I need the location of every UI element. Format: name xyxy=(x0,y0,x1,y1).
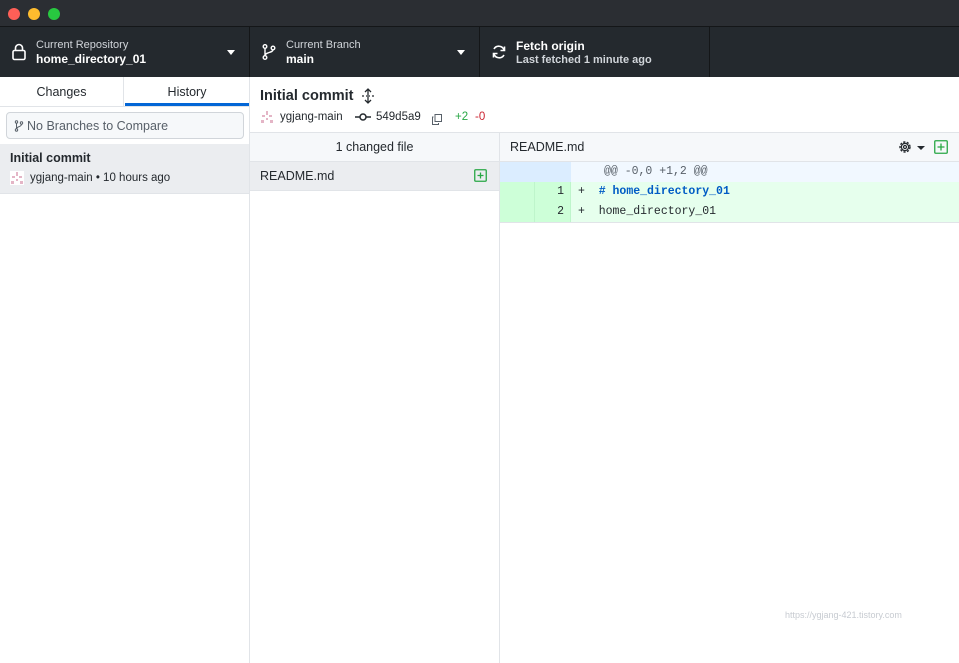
diff-line-sign-char: + xyxy=(578,185,585,198)
avatar-icon xyxy=(10,171,24,185)
diff-divider xyxy=(500,222,959,223)
tab-bar: Changes History xyxy=(0,77,249,107)
branch-label: Current Branch xyxy=(286,39,361,51)
list-item[interactable]: Initial commit ygjang-main • 10 hours ag… xyxy=(0,144,249,194)
diff-file-name: README.md xyxy=(510,140,585,154)
diff-line-text: # home_directory_01 xyxy=(598,185,730,198)
toolbar: Current Repository home_directory_01 Cur… xyxy=(0,27,959,77)
close-window-button[interactable] xyxy=(8,8,20,20)
avatar-icon xyxy=(260,110,274,124)
commit-summary: Initial commit ygjang-main 549d5a9 +2 -0 xyxy=(250,77,959,133)
minimize-window-button[interactable] xyxy=(28,8,40,20)
lock-icon xyxy=(12,43,26,61)
last-fetched-text: Last fetched 1 minute ago xyxy=(516,54,652,66)
compare-placeholder: No Branches to Compare xyxy=(27,119,169,133)
commit-author: ygjang-main xyxy=(280,111,343,123)
diff-view: README.md @@ -0,0 +1,2 @@ 1 + # home_dir… xyxy=(500,133,959,663)
diff-line-sign: + home_directory_01 xyxy=(578,202,716,222)
fetch-origin-button[interactable]: Fetch origin Last fetched 1 minute ago xyxy=(480,27,710,77)
repository-name: home_directory_01 xyxy=(36,52,147,66)
commit-sha: 549d5a9 xyxy=(376,111,421,123)
sidebar: Changes History No Branches to Compare I… xyxy=(0,77,250,663)
watermark-text: https://ygjang-421.tistory.com xyxy=(785,610,902,620)
diff-line-text: home_directory_01 xyxy=(598,205,717,218)
sync-icon xyxy=(492,45,506,59)
deletions-count: -0 xyxy=(475,111,486,123)
branch-icon xyxy=(262,44,276,60)
git-commit-icon xyxy=(355,113,371,121)
additions-count: +2 xyxy=(455,111,469,123)
gear-icon[interactable] xyxy=(897,139,913,155)
line-gutter: 2 xyxy=(500,202,571,222)
diff-line[interactable]: 2 + home_directory_01 xyxy=(500,202,959,222)
current-repository-button[interactable]: Current Repository home_directory_01 xyxy=(0,27,250,77)
git-branch-small-icon xyxy=(14,120,24,132)
branch-compare-input[interactable]: No Branches to Compare xyxy=(6,112,244,139)
selected-tab-indicator xyxy=(125,103,249,106)
line-gutter xyxy=(500,162,571,182)
file-added-icon xyxy=(934,140,948,154)
commit-title-heading: Initial commit xyxy=(260,88,354,104)
commit-title: Initial commit xyxy=(10,151,91,165)
commit-detail: Initial commit ygjang-main 549d5a9 +2 -0… xyxy=(250,77,959,663)
diff-header: README.md xyxy=(500,133,959,162)
repository-label: Current Repository xyxy=(36,39,129,51)
tab-changes[interactable]: Changes xyxy=(0,77,124,107)
commit-meta: ygjang-main • 10 hours ago xyxy=(30,172,171,184)
diff-line[interactable]: 1 + # home_directory_01 xyxy=(500,182,959,202)
fetch-label: Fetch origin xyxy=(516,39,585,53)
diff-body: @@ -0,0 +1,2 @@ 1 + # home_directory_01 … xyxy=(500,162,959,222)
app-window: Current Repository home_directory_01 Cur… xyxy=(0,0,959,663)
hunk-header-text: @@ -0,0 +1,2 @@ xyxy=(604,165,708,178)
copy-icon[interactable] xyxy=(432,114,442,125)
branch-name: main xyxy=(286,52,315,66)
diff-line-sign-char: + xyxy=(578,205,585,218)
changed-files-panel: 1 changed file README.md xyxy=(250,133,500,663)
file-added-icon xyxy=(474,169,487,182)
old-line-number xyxy=(500,202,535,222)
old-line-number xyxy=(500,182,535,202)
new-line-number: 1 xyxy=(536,182,571,202)
hunk-header-row[interactable]: @@ -0,0 +1,2 @@ xyxy=(500,162,959,182)
expand-icon[interactable] xyxy=(361,88,375,104)
caret-down-icon[interactable] xyxy=(917,146,925,150)
changed-file-item[interactable]: README.md xyxy=(250,162,499,191)
changed-files-header: 1 changed file xyxy=(250,133,499,162)
diff-line-sign: + # home_directory_01 xyxy=(578,182,730,202)
caret-down-icon xyxy=(227,50,235,55)
caret-down-icon xyxy=(457,50,465,55)
maximize-window-button[interactable] xyxy=(48,8,60,20)
title-bar xyxy=(0,0,959,27)
line-gutter: 1 xyxy=(500,182,571,202)
changed-file-name: README.md xyxy=(260,169,335,183)
current-branch-button[interactable]: Current Branch main xyxy=(250,27,480,77)
new-line-number: 2 xyxy=(536,202,571,222)
